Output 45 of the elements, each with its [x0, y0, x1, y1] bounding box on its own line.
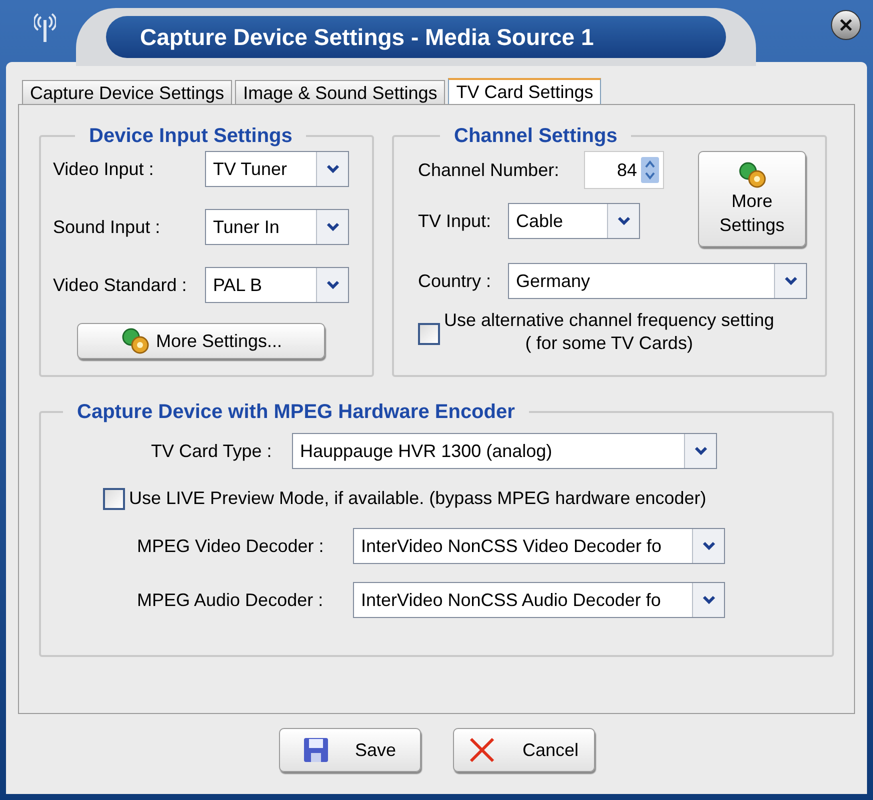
field-label: Video Standard :: [53, 274, 188, 296]
dropdown[interactable]: InterVideo NonCSS Audio Decoder fo: [353, 582, 725, 618]
chevron-down-icon: [616, 216, 630, 226]
cancel-button[interactable]: Cancel: [452, 728, 594, 772]
spin-box[interactable]: 84: [584, 151, 664, 189]
tab[interactable]: Capture Device Settings: [22, 80, 232, 104]
dropdown[interactable]: PAL B: [205, 267, 349, 303]
more-settings-button[interactable]: More Settings: [698, 151, 806, 247]
group-title: Device Input Settings: [88, 125, 294, 147]
dropdown[interactable]: TV Tuner: [205, 151, 349, 187]
field-label: MPEG Video Decoder :: [137, 534, 325, 558]
dropdown[interactable]: Tuner In: [205, 209, 349, 245]
field-label: MPEG Audio Decoder :: [137, 588, 324, 612]
group-title: Channel Settings: [453, 125, 618, 147]
checkbox-label: Use LIVE Preview Mode, if available. (bypass MPEG hardware encoder): [129, 487, 706, 510]
close-button[interactable]: [831, 10, 861, 40]
field-label: TV Input:: [418, 210, 492, 233]
chevron-down-icon: [702, 541, 716, 551]
save-button[interactable]: Save: [278, 728, 420, 772]
field-label: Channel Number:: [418, 158, 560, 182]
checkbox[interactable]: [103, 488, 125, 510]
group-title: Capture Device with MPEG Hardware Encoder: [76, 401, 516, 423]
dropdown[interactable]: InterVideo NonCSS Video Decoder fo: [353, 528, 725, 564]
more-settings-button[interactable]: More Settings...: [77, 323, 325, 359]
dropdown[interactable]: Hauppauge HVR 1300 (analog): [292, 433, 717, 469]
close-icon: [839, 18, 853, 32]
checkbox[interactable]: [418, 323, 440, 345]
chevron-down-icon: [326, 164, 340, 174]
dropdown[interactable]: Germany: [508, 263, 807, 299]
checkbox-label: Use alternative channel frequency setting ( for some TV Cards): [444, 309, 774, 355]
chevron-down-icon: [784, 276, 798, 286]
field-label: Country :: [418, 270, 492, 293]
chevron-down-icon: [326, 280, 340, 290]
close-icon: [468, 736, 496, 764]
dropdown[interactable]: Cable: [508, 203, 640, 239]
tab[interactable]: Image & Sound Settings: [235, 80, 446, 104]
field-label: Video Input :: [53, 158, 155, 181]
chevron-down-icon: [702, 595, 716, 605]
field-label: Sound Input :: [53, 216, 162, 239]
window-title: Capture Device Settings - Media Source 1: [106, 16, 726, 58]
tab[interactable]: TV Card Settings: [448, 78, 602, 104]
spin-arrows-icon: [641, 157, 659, 183]
chevron-down-icon: [694, 446, 708, 456]
chevron-down-icon: [326, 222, 340, 232]
field-label: TV Card Type :: [151, 440, 273, 463]
